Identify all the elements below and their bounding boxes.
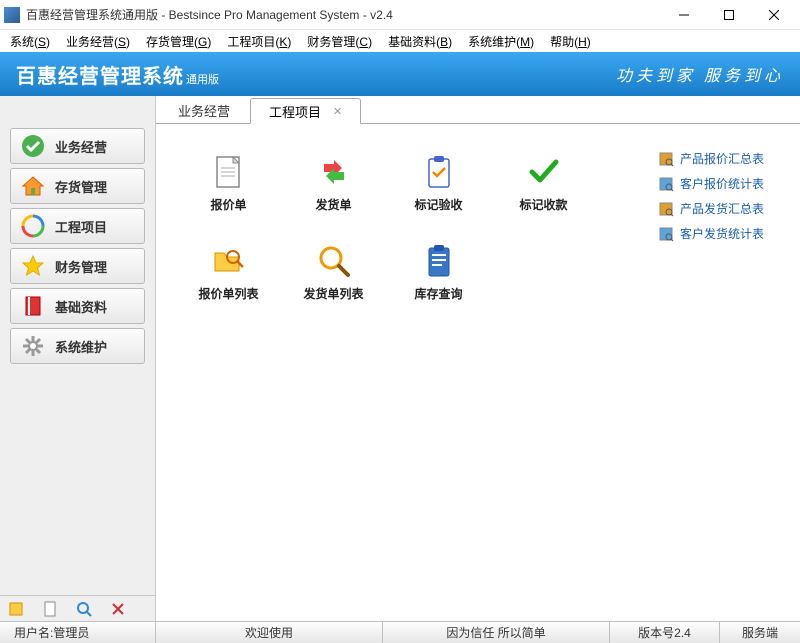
doc-icon[interactable]: [42, 601, 58, 617]
tab-0[interactable]: 业务经营: [160, 97, 248, 123]
house-icon: [21, 174, 45, 198]
right-panel: 产品报价汇总表客户报价统计表产品发货汇总表客户发货统计表: [650, 124, 800, 621]
report-icon: [658, 201, 674, 217]
report-link-1[interactable]: 客户报价统计表: [658, 171, 792, 196]
star-gold-icon: [21, 254, 45, 278]
app-label: 标记验收: [414, 196, 462, 213]
window-title: 百惠经营管理系统通用版 - Bestsince Pro Management S…: [26, 6, 661, 23]
sidebar-item-label: 业务经营: [55, 137, 107, 156]
gear-icon: [21, 334, 45, 358]
report-link-2[interactable]: 产品发货汇总表: [658, 196, 792, 221]
app-label: 报价单: [210, 196, 246, 213]
report-label: 产品报价汇总表: [680, 150, 764, 167]
sidebar-item-5[interactable]: 系统维护: [10, 328, 145, 364]
tab-close-icon[interactable]: ✕: [333, 105, 342, 118]
clipboard-blue-icon: [421, 243, 457, 279]
status-welcome: 欢迎使用: [156, 622, 383, 643]
app-4[interactable]: 报价单列表: [176, 243, 281, 302]
app-label: 标记收款: [519, 196, 567, 213]
report-label: 客户报价统计表: [680, 175, 764, 192]
banner-subtitle: 通用版: [186, 74, 219, 86]
recycle-icon: [21, 214, 45, 238]
folder-search-icon: [211, 243, 247, 279]
minimize-button[interactable]: [661, 0, 706, 30]
report-link-3[interactable]: 客户发货统计表: [658, 221, 792, 246]
sidebar-item-label: 财务管理: [55, 257, 107, 276]
banner-title: 百惠经营管理系统: [16, 66, 184, 88]
sidebar-item-0[interactable]: 业务经营: [10, 128, 145, 164]
report-icon: [658, 226, 674, 242]
menu-4[interactable]: 财务管理(C): [301, 31, 378, 52]
check-green-icon: [21, 134, 45, 158]
app-label: 库存查询: [414, 285, 462, 302]
app-label: 发货单列表: [303, 285, 363, 302]
report-label: 产品发货汇总表: [680, 200, 764, 217]
sidebar: 业务经营存货管理工程项目财务管理基础资料系统维护: [0, 96, 156, 621]
report-icon: [658, 176, 674, 192]
app-2[interactable]: 标记验收: [386, 154, 491, 213]
maximize-button[interactable]: [706, 0, 751, 30]
menu-5[interactable]: 基础资料(B): [382, 31, 458, 52]
app-5[interactable]: 发货单列表: [281, 243, 386, 302]
app-label: 报价单列表: [198, 285, 258, 302]
app-icon-area: 报价单 发货单 标记验收 标记收款报价单列表 发货单列表 库存查询: [156, 124, 650, 621]
book-red-icon: [21, 294, 45, 318]
sidebar-item-2[interactable]: 工程项目: [10, 208, 145, 244]
titlebar: 百惠经营管理系统通用版 - Bestsince Pro Management S…: [0, 0, 800, 30]
menubar: 系统(S)业务经营(S)存货管理(G)工程项目(K)财务管理(C)基础资料(B)…: [0, 30, 800, 52]
banner-slogan: 功夫到家 服务到心: [616, 62, 784, 86]
sidebar-item-label: 基础资料: [55, 297, 107, 316]
menu-7[interactable]: 帮助(H): [544, 31, 597, 52]
app-0[interactable]: 报价单: [176, 154, 281, 213]
search-icon[interactable]: [76, 601, 92, 617]
banner: 百惠经营管理系统通用版 功夫到家 服务到心: [0, 52, 800, 96]
menu-0[interactable]: 系统(S): [4, 31, 56, 52]
sidebar-item-1[interactable]: 存货管理: [10, 168, 145, 204]
report-icon: [658, 151, 674, 167]
report-label: 客户发货统计表: [680, 225, 764, 242]
tab-label: 工程项目: [269, 102, 321, 121]
sidebar-item-4[interactable]: 基础资料: [10, 288, 145, 324]
sidebar-tools: [0, 595, 155, 621]
report-link-0[interactable]: 产品报价汇总表: [658, 146, 792, 171]
sidebar-item-label: 工程项目: [55, 217, 107, 236]
menu-6[interactable]: 系统维护(M): [462, 31, 540, 52]
status-server: 服务端: [720, 622, 800, 643]
clipboard-icon: [421, 154, 457, 190]
status-user: 用户名:管理员: [0, 622, 156, 643]
app-3[interactable]: 标记收款: [491, 154, 596, 213]
app-1[interactable]: 发货单: [281, 154, 386, 213]
app-label: 发货单: [315, 196, 351, 213]
sidebar-item-label: 系统维护: [55, 337, 107, 356]
menu-1[interactable]: 业务经营(S): [60, 31, 136, 52]
sidebar-item-label: 存货管理: [55, 177, 107, 196]
statusbar: 用户名:管理员 欢迎使用 因为信任 所以简单 版本号2.4 服务端: [0, 621, 800, 643]
note-icon[interactable]: [8, 601, 24, 617]
menu-2[interactable]: 存货管理(G): [140, 31, 217, 52]
doc-icon: [211, 154, 247, 190]
close-icon[interactable]: [110, 601, 126, 617]
tab-label: 业务经营: [178, 101, 230, 120]
check-icon: [526, 154, 562, 190]
close-button[interactable]: [751, 0, 796, 30]
app-icon: [4, 7, 20, 23]
arrows-icon: [316, 154, 352, 190]
tabbar: 业务经营 工程项目 ✕: [156, 96, 800, 124]
magnify-icon: [316, 243, 352, 279]
tab-1[interactable]: 工程项目 ✕: [250, 98, 361, 124]
sidebar-item-3[interactable]: 财务管理: [10, 248, 145, 284]
status-version: 版本号2.4: [610, 622, 720, 643]
menu-3[interactable]: 工程项目(K): [221, 31, 297, 52]
status-slogan: 因为信任 所以简单: [383, 622, 610, 643]
app-6[interactable]: 库存查询: [386, 243, 491, 302]
